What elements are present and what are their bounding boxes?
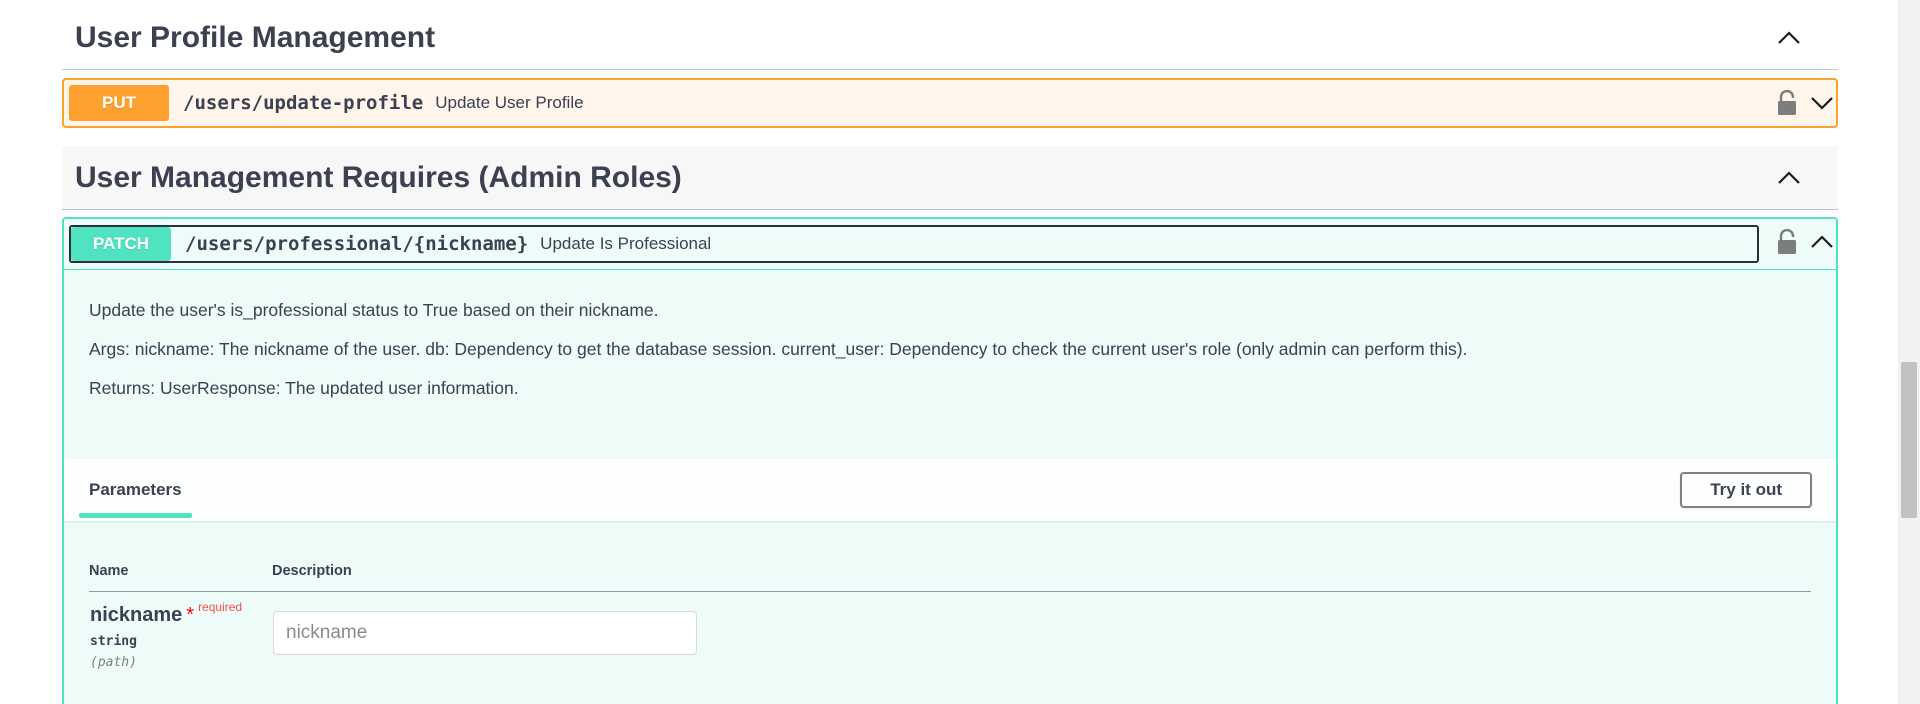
collapse-section-button[interactable] [1771, 160, 1807, 196]
chevron-down-icon [1811, 97, 1833, 110]
description-line: Update the user's is_professional status… [89, 300, 659, 320]
method-badge: PUT [69, 85, 169, 121]
parameter-name-cell: nickname * required string (path) [89, 592, 272, 672]
tag-title: User Profile Management [75, 20, 436, 54]
scrollbar[interactable] [1898, 0, 1920, 704]
swagger-container: User Profile Management PUT /users/updat… [62, 0, 1838, 704]
summary-icons [1771, 227, 1837, 257]
parameter-location: (path) [90, 655, 137, 670]
collapse-section-button[interactable] [1771, 20, 1807, 56]
summary-icons [1771, 88, 1837, 118]
parameters-wrapper: Name Description nickname * required str… [64, 521, 1836, 671]
parameter-name-line: nickname * required [90, 600, 271, 627]
authorize-button[interactable] [1775, 88, 1799, 118]
tag-header-user-management-admin[interactable]: User Management Requires (Admin Roles) [62, 146, 1838, 210]
opblock-patch-update-professional: PATCH /users/professional/{nickname} Upd… [62, 217, 1838, 704]
required-star: * [186, 604, 195, 626]
opblock-summary-control[interactable]: PUT /users/update-profile Update User Pr… [69, 84, 1759, 122]
tab-label: Parameters [89, 480, 182, 499]
parameter-type: string [90, 634, 137, 649]
lock-icon [1778, 229, 1796, 254]
collapse-operation-button[interactable] [1807, 227, 1837, 257]
opblock-put-update-profile: PUT /users/update-profile Update User Pr… [62, 78, 1838, 128]
operation-path: /users/professional/{nickname} [185, 233, 529, 255]
tag-header-user-profile-management[interactable]: User Profile Management [62, 0, 1838, 70]
required-label: required [198, 600, 243, 614]
parameters-section-header: Parameters Try it out [64, 459, 1836, 521]
operation-path: /users/update-profile [183, 92, 424, 114]
opblock-body: Update the user's is_professional status… [64, 269, 1836, 671]
column-header-name: Name [89, 541, 272, 592]
lock-icon [1778, 90, 1796, 115]
scrollbar-thumb[interactable] [1901, 362, 1917, 518]
parameter-description-cell [272, 592, 1811, 672]
parameters-table: Name Description nickname * required str… [89, 541, 1811, 671]
method-badge: PATCH [71, 227, 171, 261]
operation-summary: Update Is Professional [540, 234, 712, 253]
chevron-up-icon [1811, 235, 1833, 248]
tab-parameters[interactable]: Parameters [79, 459, 192, 521]
nickname-input[interactable] [273, 611, 697, 655]
authorize-button[interactable] [1775, 227, 1799, 257]
table-header-row: Name Description [89, 541, 1811, 592]
try-it-out-button[interactable]: Try it out [1680, 472, 1812, 508]
expand-operation-button[interactable] [1807, 88, 1837, 118]
operation-summary: Update User Profile [435, 93, 584, 112]
description-line: Returns: UserResponse: The updated user … [89, 378, 519, 398]
chevron-up-icon [1778, 30, 1800, 44]
parameter-name: nickname [90, 604, 183, 626]
column-header-description: Description [272, 541, 1811, 592]
table-row: nickname * required string (path) [89, 592, 1811, 672]
opblock-summary-control[interactable]: PATCH /users/professional/{nickname} Upd… [69, 225, 1759, 263]
tag-title: User Management Requires (Admin Roles) [75, 160, 682, 194]
page: User Profile Management PUT /users/updat… [0, 0, 1920, 704]
active-tab-indicator [79, 513, 192, 518]
description-line: Args: nickname: The nickname of the user… [89, 339, 1468, 359]
operation-description: Update the user's is_professional status… [64, 270, 1836, 447]
opblock-summary[interactable]: PUT /users/update-profile Update User Pr… [64, 80, 1836, 126]
opblock-summary[interactable]: PATCH /users/professional/{nickname} Upd… [64, 219, 1836, 265]
chevron-up-icon [1778, 170, 1800, 184]
